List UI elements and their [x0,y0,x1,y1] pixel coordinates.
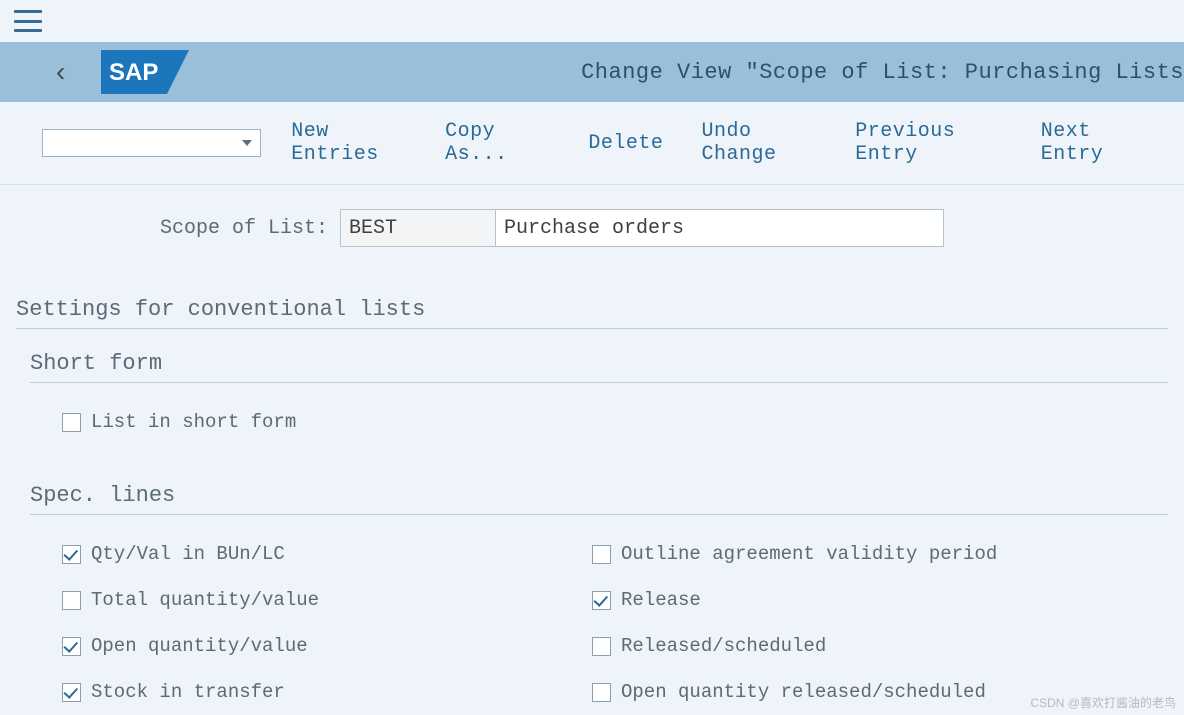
stock-in-transfer-checkbox[interactable] [62,683,81,702]
open-qty-val-label: Open quantity/value [91,635,308,657]
total-qty-val-label: Total quantity/value [91,589,319,611]
list-short-form-label: List in short form [91,411,296,433]
delete-button[interactable]: Delete [588,132,663,155]
total-qty-val-checkbox[interactable] [62,591,81,610]
released-scheduled-checkbox[interactable] [592,637,611,656]
open-qty-val-checkbox[interactable] [62,637,81,656]
page-title: Change View "Scope of List: Purchasing L… [581,60,1184,85]
previous-entry-button[interactable]: Previous Entry [855,120,1002,166]
settings-section-header: Settings for conventional lists [16,297,1168,329]
list-short-form-checkbox[interactable] [62,413,81,432]
short-form-header: Short form [30,351,1168,383]
open-qty-rel-sched-label: Open quantity released/scheduled [621,681,986,703]
released-scheduled-label: Released/scheduled [621,635,826,657]
new-entries-button[interactable]: New Entries [291,120,407,166]
toolbar: New Entries Copy As... Delete Undo Chang… [0,102,1184,185]
scope-of-list-label: Scope of List: [160,217,328,240]
qty-val-bun-lc-label: Qty/Val in BUn/LC [91,543,285,565]
copy-as-button[interactable]: Copy As... [445,120,550,166]
back-button[interactable]: ‹ [56,56,65,88]
hamburger-menu-icon[interactable] [14,10,42,32]
sap-logo: SAP [101,50,189,94]
spec-lines-header: Spec. lines [30,483,1168,515]
release-label: Release [621,589,701,611]
svg-text:SAP: SAP [109,59,158,86]
qty-val-bun-lc-checkbox[interactable] [62,545,81,564]
next-entry-button[interactable]: Next Entry [1041,120,1146,166]
scope-code-input[interactable] [340,209,496,247]
open-qty-rel-sched-checkbox[interactable] [592,683,611,702]
toolbar-dropdown[interactable] [42,129,261,157]
outline-agreement-checkbox[interactable] [592,545,611,564]
release-checkbox[interactable] [592,591,611,610]
stock-in-transfer-label: Stock in transfer [91,681,285,703]
outline-agreement-label: Outline agreement validity period [621,543,997,565]
watermark: CSDN @喜欢打酱油的老鸟 [1030,694,1176,711]
scope-desc-input[interactable] [496,209,944,247]
undo-change-button[interactable]: Undo Change [701,120,817,166]
